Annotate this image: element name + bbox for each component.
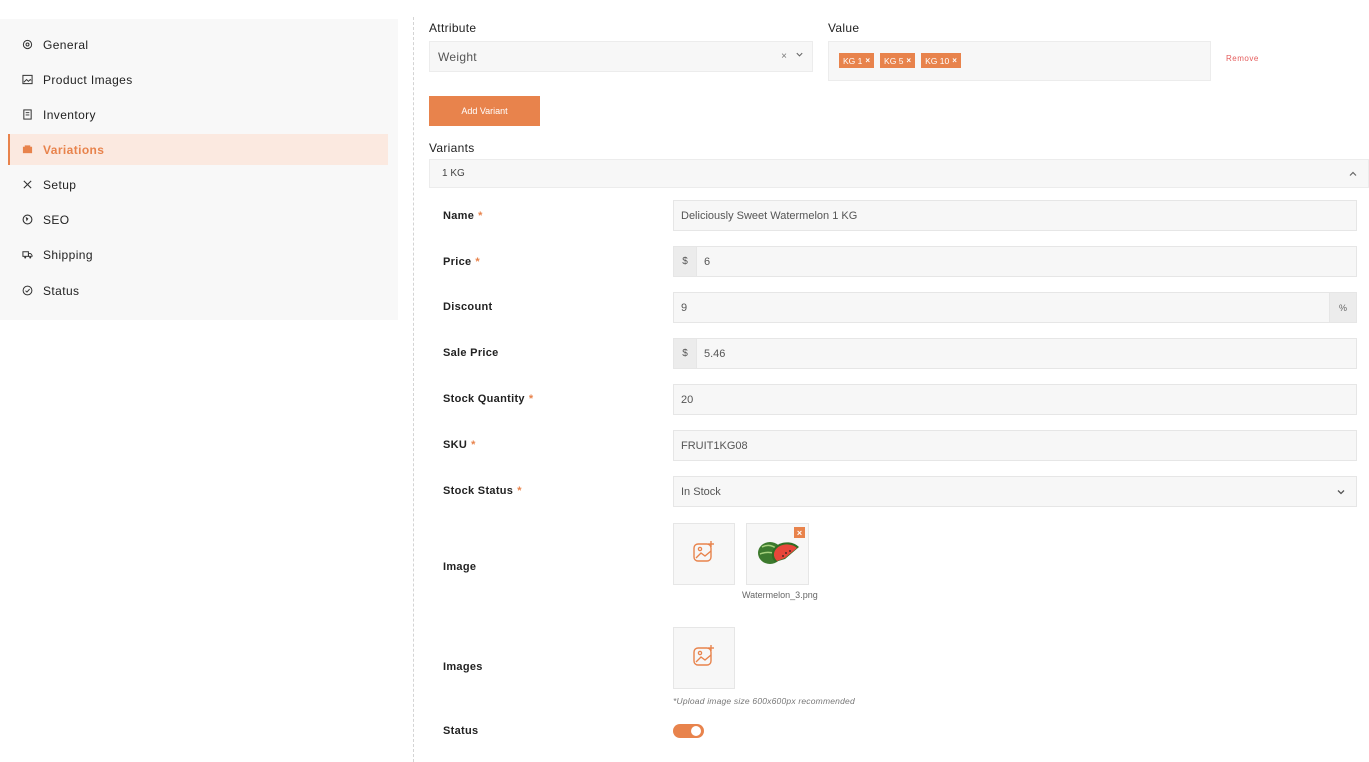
- sale-price-label: Sale Price: [443, 347, 499, 359]
- value-label: Value: [828, 21, 860, 35]
- tools-icon: [22, 179, 33, 190]
- sidebar-item-setup[interactable]: Setup: [8, 169, 388, 200]
- price-input[interactable]: $ 6: [673, 246, 1357, 277]
- variant-accordion-header[interactable]: 1 KG: [429, 159, 1369, 188]
- name-label: Name *: [443, 210, 483, 222]
- add-variant-button[interactable]: Add Variant: [429, 96, 540, 126]
- price-label: Price *: [443, 256, 481, 268]
- discount-label: Discount: [443, 301, 493, 313]
- sale-price-input[interactable]: $ 5.46: [673, 338, 1357, 369]
- sidebar-item-label: Product Images: [43, 72, 133, 87]
- image-label: Image: [443, 561, 477, 573]
- images-upload-button[interactable]: [673, 627, 735, 689]
- add-image-icon: [692, 644, 716, 673]
- sku-input[interactable]: FRUIT1KG08: [673, 430, 1357, 461]
- clear-icon[interactable]: ×: [781, 51, 787, 62]
- image-upload-button[interactable]: [673, 523, 735, 585]
- variants-label: Variants: [429, 141, 475, 155]
- variations-icon: [22, 144, 33, 155]
- sidebar-item-label: SEO: [43, 212, 70, 227]
- check-circle-icon: [22, 285, 33, 296]
- value-tag: KG 5 ×: [880, 53, 916, 68]
- section-divider: [413, 17, 414, 762]
- sidebar-item-variations[interactable]: Variations: [8, 134, 388, 165]
- images-label: Images: [443, 661, 483, 673]
- sidebar-item-label: Status: [43, 283, 80, 298]
- value-tag: KG 10 ×: [921, 53, 961, 68]
- tag-remove-icon[interactable]: ×: [952, 56, 957, 65]
- sidebar-nav: General Product Images Inventory Variati…: [0, 19, 398, 320]
- sidebar-item-label: General: [43, 37, 89, 52]
- percent-suffix: %: [1329, 293, 1356, 322]
- stock-status-label: Stock Status *: [443, 485, 522, 497]
- sidebar-item-status[interactable]: Status: [8, 275, 388, 306]
- sidebar-item-general[interactable]: General: [8, 29, 388, 60]
- tag-remove-icon[interactable]: ×: [865, 56, 870, 65]
- sidebar-item-label: Inventory: [43, 107, 96, 122]
- name-input[interactable]: Deliciously Sweet Watermelon 1 KG: [673, 200, 1357, 231]
- chevron-up-icon: [1348, 169, 1358, 182]
- currency-prefix: $: [674, 247, 697, 276]
- status-toggle[interactable]: [673, 724, 704, 738]
- chevron-down-icon: [795, 50, 804, 62]
- sidebar-item-label: Setup: [43, 177, 77, 192]
- sidebar-item-inventory[interactable]: Inventory: [8, 99, 388, 130]
- upload-hint: *Upload image size 600x600px recommended: [673, 696, 855, 706]
- sidebar-item-seo[interactable]: SEO: [8, 204, 388, 235]
- value-tags-input[interactable]: KG 1 × KG 5 × KG 10 ×: [828, 41, 1211, 81]
- attribute-select[interactable]: Weight ×: [429, 41, 813, 72]
- stock-quantity-label: Stock Quantity *: [443, 393, 534, 405]
- currency-prefix: $: [674, 339, 697, 368]
- attribute-label: Attribute: [429, 21, 477, 35]
- sidebar-item-shipping[interactable]: Shipping: [8, 239, 388, 270]
- toggle-knob: [691, 726, 701, 736]
- sku-label: SKU *: [443, 439, 476, 451]
- status-label: Status: [443, 725, 479, 737]
- stock-quantity-input[interactable]: 20: [673, 384, 1357, 415]
- variant-accordion-title: 1 KG: [442, 168, 465, 179]
- remove-image-icon[interactable]: ×: [794, 527, 805, 538]
- attribute-select-value: Weight: [438, 50, 477, 64]
- watermelon-image: [755, 537, 801, 572]
- stock-status-select[interactable]: In Stock: [673, 476, 1357, 507]
- image-icon: [22, 74, 33, 85]
- discount-input[interactable]: 9 %: [673, 292, 1357, 323]
- tag-remove-icon[interactable]: ×: [906, 56, 911, 65]
- sidebar-item-product-images[interactable]: Product Images: [8, 64, 388, 95]
- add-image-icon: [692, 540, 716, 569]
- remove-attribute-link[interactable]: Remove: [1226, 54, 1259, 63]
- sidebar-item-label: Shipping: [43, 247, 93, 262]
- value-tag: KG 1 ×: [839, 53, 875, 68]
- image-file-name: Watermelon_3.png: [742, 590, 818, 600]
- globe-icon: [22, 214, 33, 225]
- inventory-icon: [22, 109, 33, 120]
- truck-icon: [22, 249, 33, 260]
- sidebar-item-label: Variations: [43, 142, 105, 157]
- settings-icon: [22, 39, 33, 50]
- chevron-down-icon: [1336, 487, 1346, 500]
